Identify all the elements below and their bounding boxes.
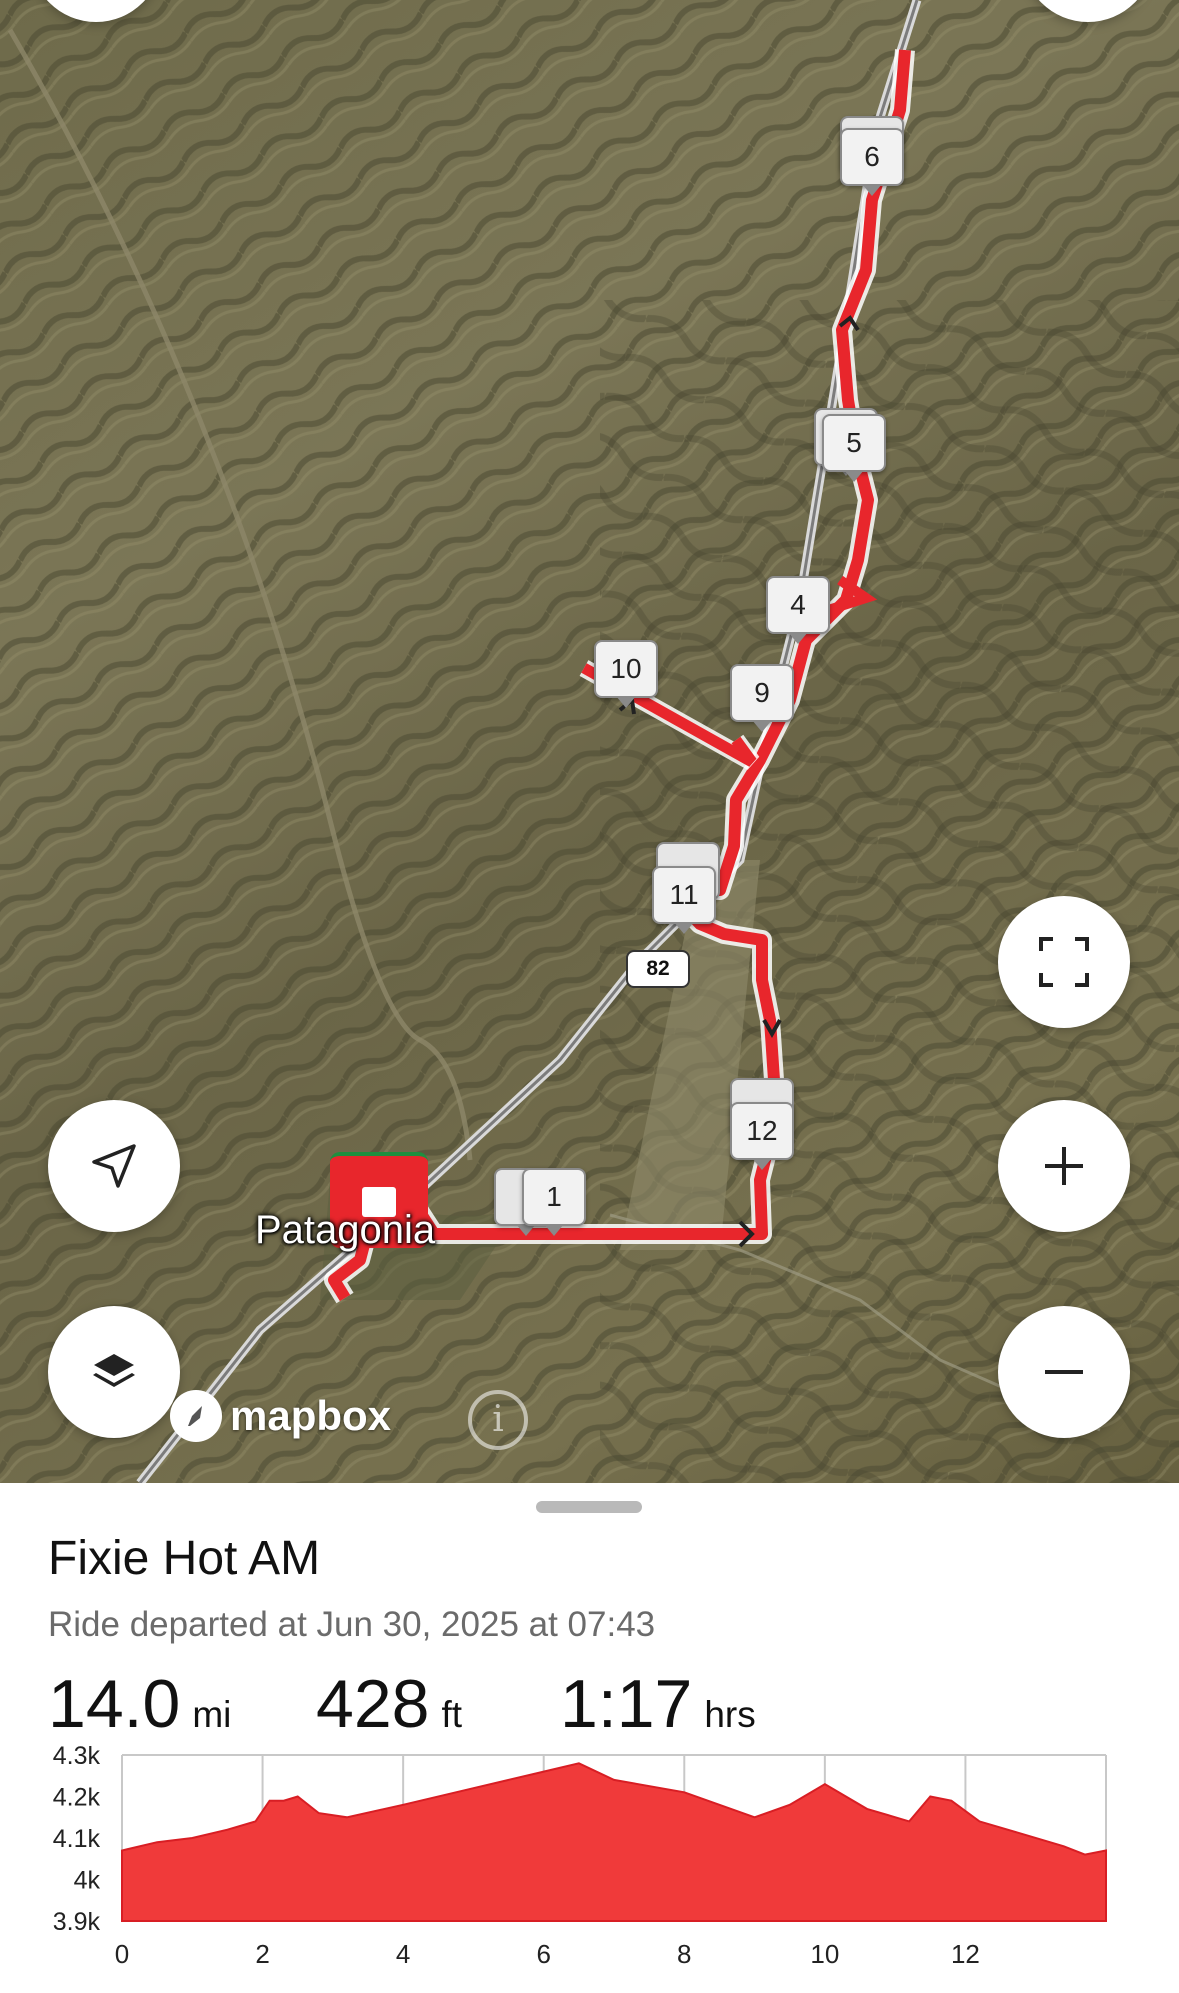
waypoint-marker[interactable]: 12: [730, 1102, 794, 1170]
distance-value: 14.0: [48, 1666, 181, 1742]
sheet-drag-handle[interactable]: [536, 1501, 642, 1513]
x-tick-label: 6: [536, 1939, 550, 1969]
x-tick-label: 12: [951, 1939, 980, 1969]
mapbox-logo-icon: [170, 1390, 222, 1442]
zoom-out-button[interactable]: [998, 1306, 1130, 1438]
elevation-area: [121, 1762, 1107, 1922]
ride-title: Fixie Hot AM: [48, 1532, 321, 1585]
x-tick-label: 0: [115, 1939, 129, 1969]
town-label: Patagonia: [255, 1208, 436, 1252]
ride-details-sheet: Fixie Hot AM Ride departed at Jun 30, 20…: [0, 1483, 1179, 1993]
minus-icon: [1045, 1370, 1083, 1374]
elevation-value: 428: [316, 1666, 430, 1742]
duration-stat: 1:17 hrs: [560, 1665, 756, 1743]
duration-value: 1:17: [560, 1666, 693, 1742]
distance-unit: mi: [192, 1694, 232, 1735]
x-tick-label: 8: [677, 1939, 691, 1969]
ride-departed-text: Ride departed at Jun 30, 2025 at 07:43: [48, 1605, 656, 1644]
waypoint-marker[interactable]: 10: [594, 640, 658, 708]
y-tick-label: 4k: [74, 1867, 101, 1895]
x-tick-label: 10: [810, 1939, 839, 1969]
route-shield: 82: [626, 950, 690, 988]
y-tick-label: 4.1k: [53, 1825, 101, 1853]
waypoint-marker[interactable]: 5: [822, 414, 886, 482]
x-tick-label: 4: [396, 1939, 410, 1969]
fullscreen-button[interactable]: [998, 896, 1130, 1028]
map-view[interactable]: 6 5 4 10 9 11 12 1 82 Patagonia mapbox i: [0, 0, 1179, 1483]
plus-icon: [1045, 1147, 1083, 1185]
layers-icon: [93, 1354, 135, 1387]
mapbox-logo[interactable]: mapbox: [170, 1390, 391, 1442]
x-tick-label: 2: [255, 1939, 269, 1969]
satellite-imagery: [0, 0, 1179, 1483]
navigation-arrow-icon: [92, 1144, 136, 1188]
y-tick-label: 4.3k: [53, 1743, 101, 1770]
waypoint-marker[interactable]: 4: [766, 576, 830, 644]
info-icon[interactable]: i: [468, 1390, 528, 1450]
elevation-stat: 428 ft: [316, 1665, 462, 1743]
y-tick-label: 4.2k: [53, 1784, 101, 1812]
waypoint-marker[interactable]: 9: [730, 664, 794, 732]
waypoint-marker[interactable]: 6: [840, 128, 904, 196]
layers-button[interactable]: [48, 1306, 180, 1438]
waypoint-marker[interactable]: 11: [652, 866, 716, 934]
y-tick-label: 3.9k: [53, 1908, 101, 1936]
elevation-chart[interactable]: 4.3k 4.2k 4.1k 4k 3.9k 0 2 4 6 8 10 12: [0, 1743, 1179, 1993]
waypoint-marker[interactable]: 1: [522, 1168, 586, 1236]
locate-button[interactable]: [48, 1100, 180, 1232]
fullscreen-icon: [1039, 937, 1089, 987]
zoom-in-button[interactable]: [998, 1100, 1130, 1232]
distance-stat: 14.0 mi: [48, 1665, 231, 1743]
duration-unit: hrs: [704, 1694, 756, 1735]
elevation-unit: ft: [441, 1694, 463, 1735]
mapbox-wordmark: mapbox: [230, 1392, 392, 1439]
